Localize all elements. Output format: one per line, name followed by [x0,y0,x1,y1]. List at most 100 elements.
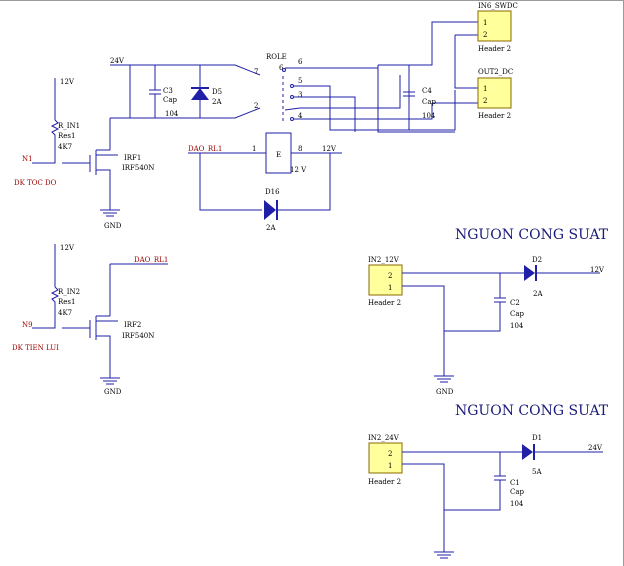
r2-ref: R_IN2 [58,288,80,296]
power-label-12v-r2: 12V [60,244,75,252]
relay-coil-value: 12 V [290,166,307,174]
in6-pin-1: 1 [483,19,487,27]
diode-d2-triangle [524,265,535,281]
relay-pin-6a: 6 [298,58,303,66]
in2-24v-pin-1: 1 [388,462,392,470]
diode-d16-triangle [264,200,276,220]
irf2-ref: IRF2 [124,321,141,329]
out2-ref: OUT2_DC [478,68,513,76]
diode-d5-triangle [191,88,209,100]
d2-value: 2A [533,290,543,298]
section-title-nguon-2: NGUON CONG SUAT [455,403,609,419]
d16-ref: D16 [265,188,280,196]
in2-24v-ref: IN2_24V [368,434,400,442]
ground-label-2: GND [104,388,122,396]
resistor-r-in1 [32,78,60,164]
in2-12v-ref: IN2_12V [368,256,400,264]
d1-ref: D1 [532,434,542,442]
net-dk-toc-do: DK TOC DO [14,179,57,187]
relay-pin-7: 7 [254,68,258,76]
relay-contact-node [290,84,294,88]
in6-type: Header 2 [478,45,511,53]
relay-contact-node [290,95,294,99]
schematic-sheet: 24V C3 Cap 104 D5 2A ROLE 7 6 6 5 3 2 4 … [0,0,624,566]
d16-value: 2A [266,224,276,232]
section-title-nguon-1: NGUON CONG SUAT [455,227,609,243]
c3-type: Cap [163,96,178,104]
c4-ref: C4 [422,87,432,95]
relay-pin-2: 2 [254,102,258,110]
c1-ref: C1 [510,479,520,487]
r1-value: 4K7 [58,143,72,151]
c3-value: 104 [165,110,179,118]
in2-24v-pin-2: 2 [388,450,392,458]
schematic-canvas: 24V C3 Cap 104 D5 2A ROLE 7 6 6 5 3 2 4 … [0,0,624,566]
in6-ref: IN6_SWDC [478,2,518,10]
irf1-value: IRF540N [122,164,154,172]
wire-24v-rail [110,64,378,119]
relay-pin-3: 3 [298,91,302,99]
r1-ref: R_IN1 [58,122,80,130]
power-label-24v: 24V [110,57,125,65]
c4-type: Cap [422,98,437,106]
header-in2-12v [368,264,403,296]
capacitor-c4 [403,65,415,130]
relay-contact-node [282,68,286,72]
in2-12v-pin-1: 1 [388,284,392,292]
in2-24v-type: Header 2 [368,478,401,486]
power-section-24v: NGUON CONG SUAT IN2_24V 2 1 Header 2 D1 … [368,403,609,559]
d2-ref: D2 [532,256,542,264]
power-label-24v-out: 24V [588,444,603,452]
in6-pin-2: 2 [483,31,487,39]
out2-pin-2: 2 [483,97,487,105]
relay-pin-1: 1 [252,145,256,153]
ground-symbol-1 [100,200,120,217]
d5-value: 2A [212,98,222,106]
output-headers: IN6_SWDC 1 2 Header 2 OUT2_DC 1 2 Header… [477,2,518,120]
net-dao-rl1-bottom: DAO_RL1 [134,256,168,264]
c2-type: Cap [510,310,525,318]
capacitor-c3 [149,65,161,118]
ground-symbol-4 [434,551,454,559]
out2-type: Header 2 [478,112,511,120]
c1-type: Cap [510,488,525,496]
wire-relay-low [130,107,261,119]
header-in2-24v [368,442,403,474]
r1-type: Res1 [58,132,75,140]
mosfet-irf1 [62,118,118,200]
net-n1: N1 [22,155,33,163]
irf1-ref: IRF1 [124,154,141,162]
relay-pin-8: 8 [298,145,302,153]
r2-value: 4K7 [58,309,72,317]
second-driver-circuit: 12V R_IN2 Res1 4K7 N9 DK TIEN LUI DAO_RL… [12,244,168,396]
d5-ref: D5 [212,88,222,96]
relay-pin-5: 5 [298,77,302,85]
ground-label-3: GND [436,388,454,396]
irf2-value: IRF540N [122,332,154,340]
net-dk-tien-lui: DK TIEN LUI [12,344,59,352]
ground-symbol-3 [434,375,454,383]
c3-ref: C3 [163,87,173,95]
c4-value: 104 [422,112,436,120]
resistor-r-in2 [32,244,60,329]
r2-type: Res1 [58,298,75,306]
power-label-12v-coil: 12V [322,145,337,153]
ground-symbol-2 [100,368,120,385]
d1-value: 5A [532,468,542,476]
relay-driver-circuit: 24V C3 Cap 104 D5 2A ROLE 7 6 6 5 3 2 4 … [14,21,478,232]
power-label-12v-r1: 12V [60,78,75,86]
net-dao-rl1-top: DAO_RL1 [188,145,222,153]
net-n9: N9 [22,321,33,329]
mosfet-irf2 [62,263,168,368]
in2-12v-type: Header 2 [368,299,401,307]
relay-contact-node [290,117,294,121]
in2-12v-pin-2: 2 [388,272,392,280]
diode-d1-triangle [522,444,533,460]
power-section-12v: NGUON CONG SUAT IN2_12V 2 1 Header 2 D2 … [368,227,609,396]
c2-value: 104 [510,322,524,330]
wire-power-24v [402,451,603,552]
c1-value: 104 [510,500,524,508]
power-label-12v-out: 12V [590,266,605,274]
out2-pin-1: 1 [483,85,487,93]
relay-coil-letter: E [276,151,281,159]
